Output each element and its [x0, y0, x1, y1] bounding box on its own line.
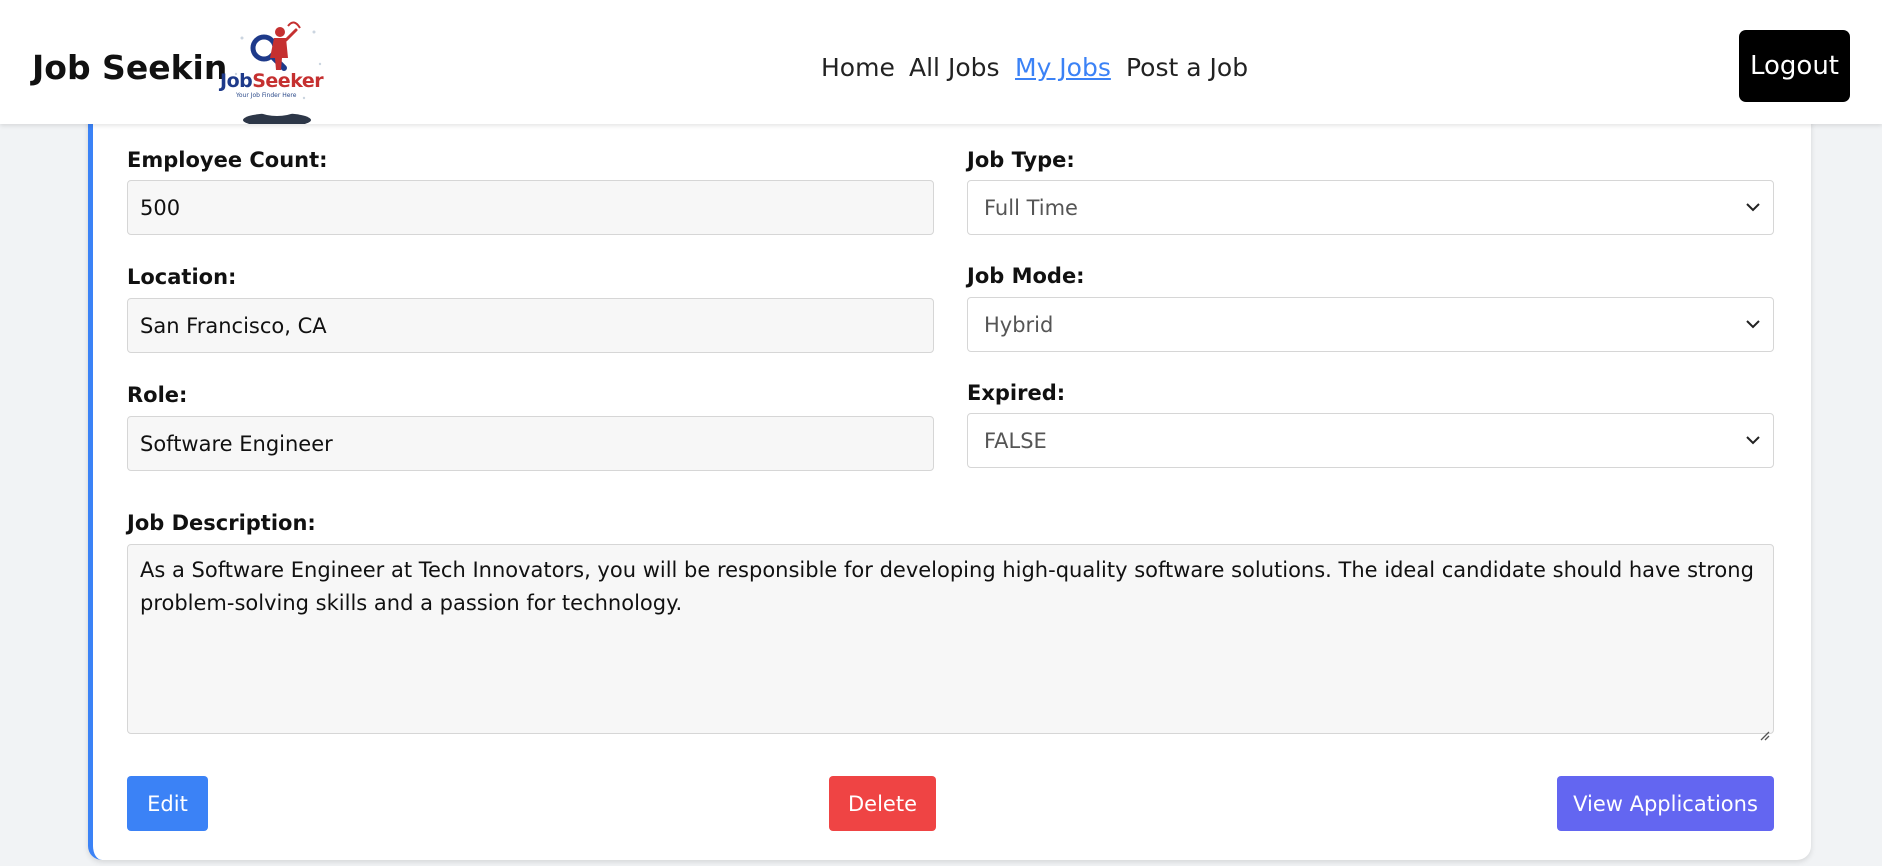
role-field[interactable]: Software Engineer: [127, 416, 934, 471]
job-type-select[interactable]: Full Time: [967, 180, 1774, 235]
resize-handle-icon[interactable]: [1758, 718, 1770, 741]
location-label: Location:: [127, 265, 237, 289]
role-label: Role:: [127, 383, 188, 407]
job-description-text: As a Software Engineer at Tech Innovator…: [140, 558, 1754, 615]
job-mode-select[interactable]: Hybrid: [967, 297, 1774, 352]
employee-count-label: Employee Count:: [127, 148, 328, 172]
top-navbar: Job Seeking JobSeeker Your Job Finder He…: [0, 0, 1882, 127]
job-mode-label: Job Mode:: [967, 264, 1085, 288]
chevron-down-icon: [1743, 298, 1763, 351]
job-type-value: Full Time: [984, 196, 1078, 220]
job-card: Employee Count: 500 Location: San Franci…: [88, 80, 1811, 860]
location-field[interactable]: San Francisco, CA: [127, 298, 934, 353]
edit-button[interactable]: Edit: [127, 776, 208, 831]
logo-tagline: Your Job Finder Here: [236, 92, 297, 99]
job-description-label: Job Description:: [127, 511, 316, 535]
expired-label: Expired:: [967, 381, 1066, 405]
chevron-down-icon: [1743, 181, 1763, 234]
job-description-textarea[interactable]: As a Software Engineer at Tech Innovator…: [127, 544, 1774, 741]
nav-post-a-job[interactable]: Post a Job: [1126, 52, 1248, 84]
logo-text: JobSeeker: [220, 70, 324, 92]
logout-button[interactable]: Logout: [1739, 30, 1850, 102]
job-type-label: Job Type:: [967, 148, 1075, 172]
expired-value: FALSE: [984, 429, 1047, 453]
expired-select[interactable]: FALSE: [967, 413, 1774, 468]
chevron-down-icon: [1743, 414, 1763, 467]
nav-my-jobs[interactable]: My Jobs: [1015, 52, 1111, 84]
brand-title: Job Seeking: [32, 48, 251, 87]
nav-all-jobs[interactable]: All Jobs: [909, 52, 1000, 84]
employee-count-field[interactable]: 500: [127, 180, 934, 235]
view-applications-button[interactable]: View Applications: [1557, 776, 1774, 831]
job-mode-value: Hybrid: [984, 313, 1054, 337]
delete-button[interactable]: Delete: [829, 776, 936, 831]
nav-home[interactable]: Home: [821, 52, 895, 84]
jobseeker-logo[interactable]: JobSeeker Your Job Finder Here: [220, 8, 330, 127]
